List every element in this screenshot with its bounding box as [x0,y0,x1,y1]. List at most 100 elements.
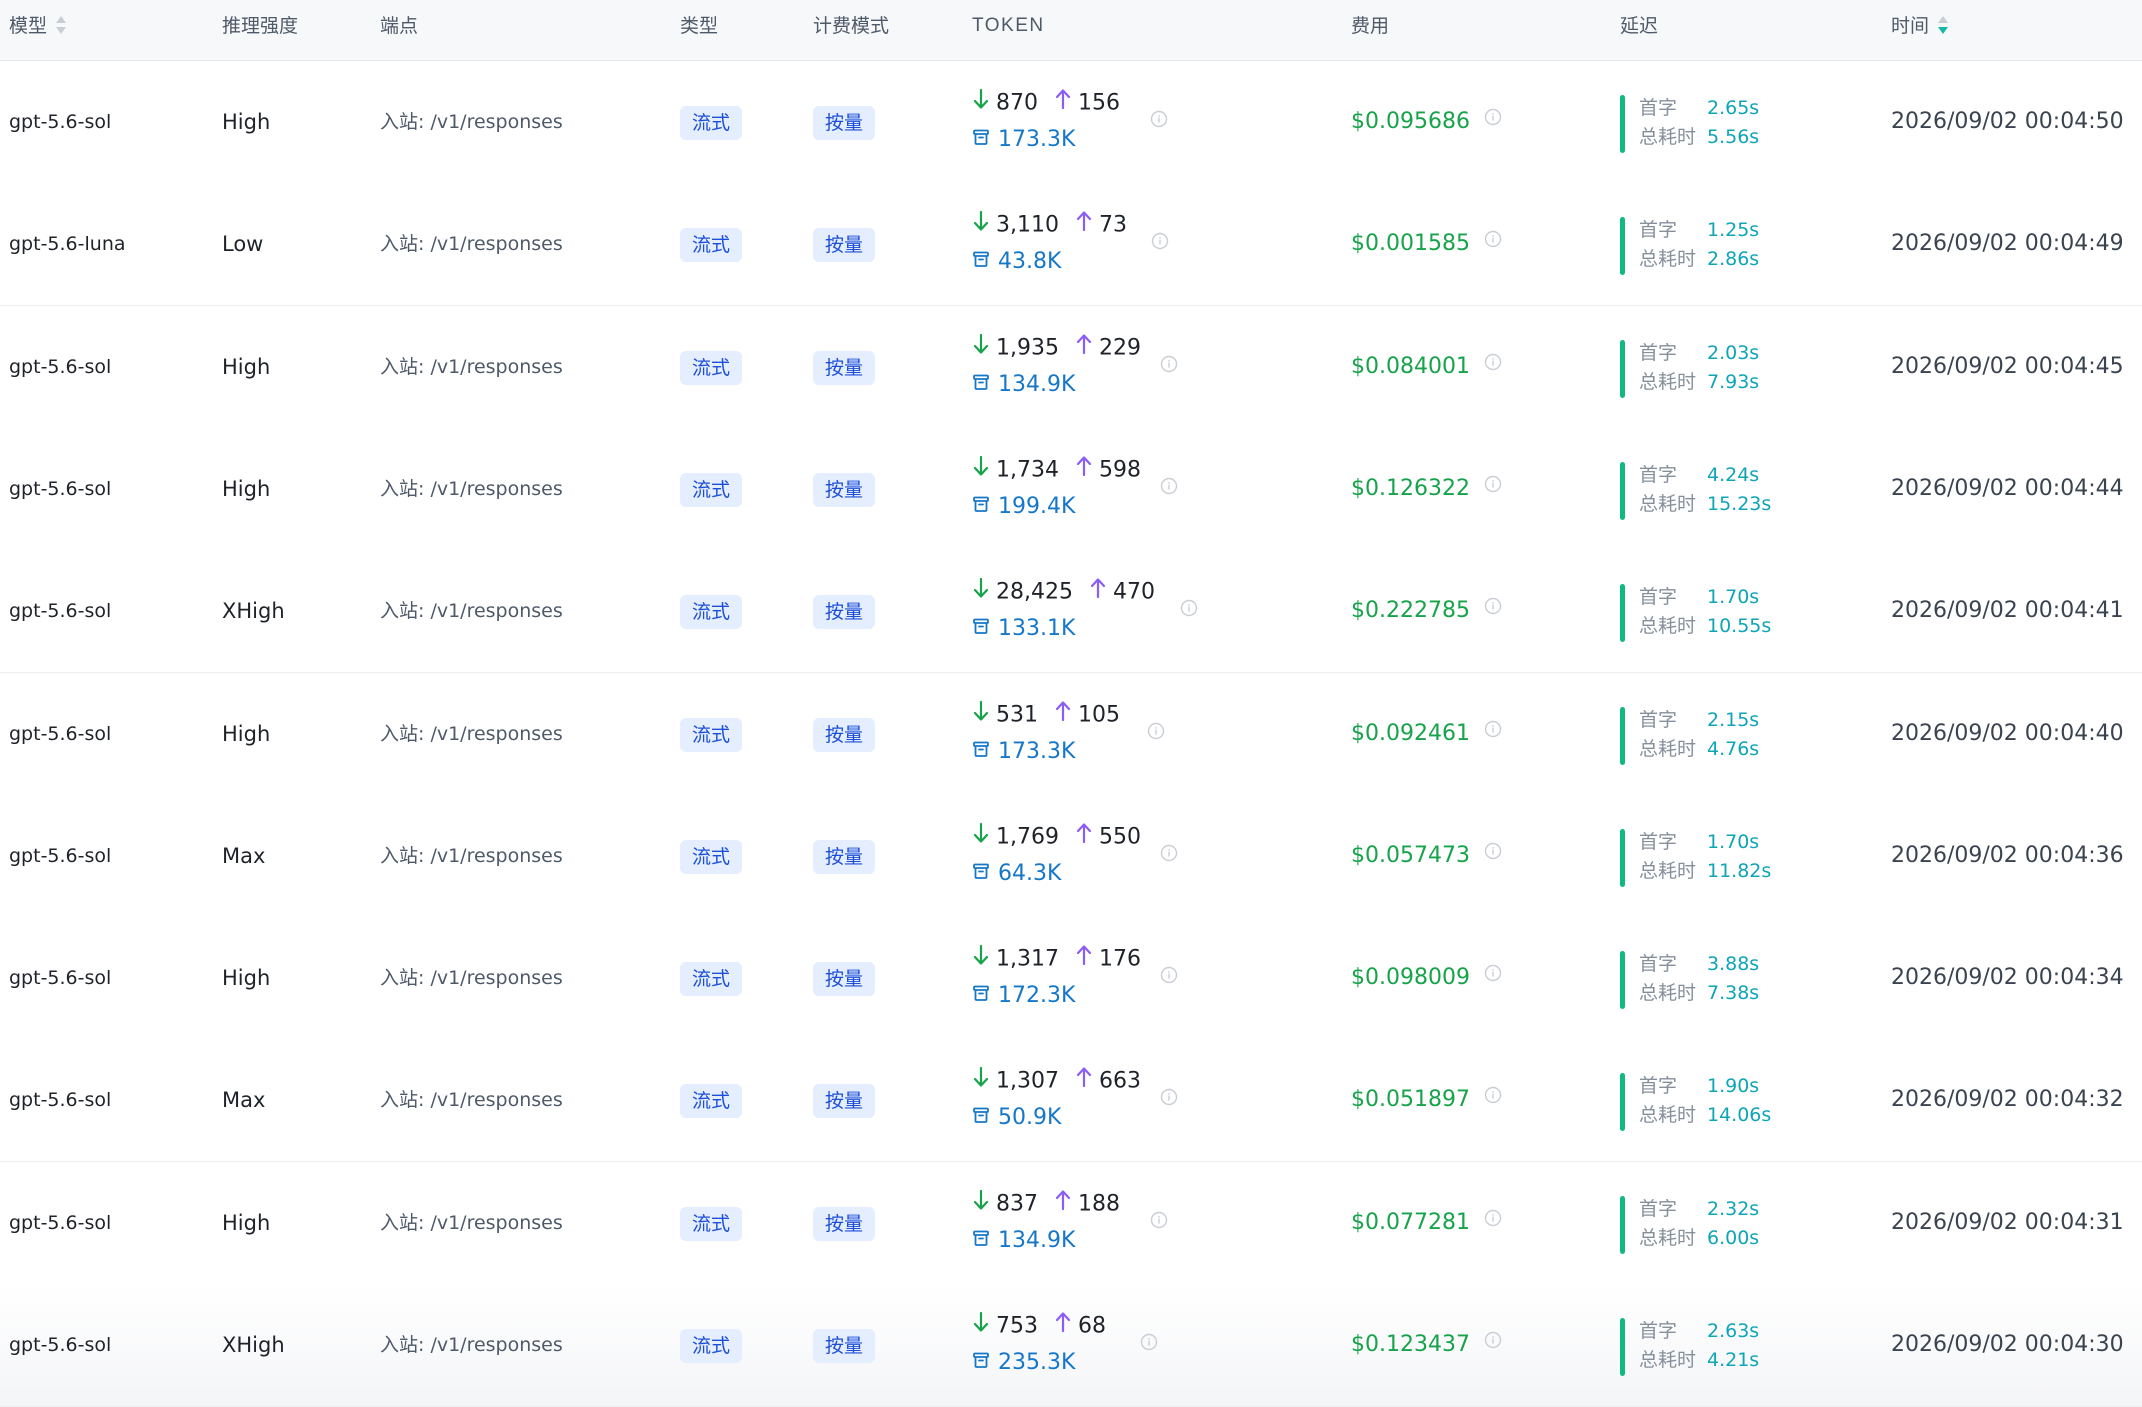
arrow-down-icon [972,943,990,976]
total-latency: 7.38s [1707,982,1760,1005]
type-badge: 流式 [680,962,743,997]
total-latency: 7.93s [1707,370,1760,393]
reasoning-effort: XHigh [222,1333,285,1357]
latency-cell: 首字 1.70s 总耗时 11.82s [1620,795,1820,917]
header-model[interactable]: 模型 [9,0,67,52]
latency-cell: 首字 2.32s 总耗时 6.00s [1620,1162,1820,1284]
input-tokens: 753 [996,1313,1038,1339]
table-row[interactable]: gpt-5.6-sol High 入站: /v1/responses 流式 按量 870 1… [0,61,2142,184]
info-circle-icon[interactable] [1484,915,1502,1037]
endpoint-path: 入站: /v1/responses [380,355,563,378]
billing-badge: 按量 [813,350,876,385]
info-circle-icon[interactable] [1140,1330,1158,1360]
cost-value: $0.126322 [1351,428,1502,550]
first-token-latency: 2.65s [1707,97,1760,119]
type-badge: 流式 [680,228,743,263]
cache-tokens: 199.4K [998,493,1076,519]
output-tokens: 663 [1098,1068,1141,1094]
latency-bar [1620,584,1625,643]
info-circle-icon[interactable] [1150,1208,1168,1238]
arrow-down-icon [972,209,990,242]
total-latency: 10.55s [1707,615,1772,638]
token-cell: 870 156 173.3K [972,61,1232,183]
info-circle-icon[interactable] [1484,671,1502,793]
table-row[interactable]: gpt-5.6-luna Low 入站: /v1/responses 流式 按量 3,11… [0,181,2142,307]
first-token-label: 首字 [1639,708,1678,731]
table-row[interactable]: gpt-5.6-sol XHigh 入站: /v1/responses 流式 按量 753… [0,1284,2142,1407]
latency-bar [1620,461,1625,520]
info-circle-icon[interactable] [1160,1085,1178,1115]
endpoint-path: 入站: /v1/responses [380,1211,563,1234]
latency-cell: 首字 1.70s 总耗时 10.55s [1620,550,1820,672]
info-circle-icon[interactable] [1180,596,1198,626]
info-circle-icon[interactable] [1160,963,1178,993]
billing-badge: 按量 [813,839,876,874]
billing-badge: 按量 [813,962,876,997]
table-row[interactable]: gpt-5.6-sol High 入站: /v1/responses 流式 按量 1,73… [0,427,2142,551]
first-token-label: 首字 [1639,830,1678,853]
input-tokens: 1,307 [996,1068,1059,1094]
model-name: gpt-5.6-sol [9,600,112,623]
table-row[interactable]: gpt-5.6-sol High 入站: /v1/responses 流式 按量 1,31… [0,915,2142,1041]
cache-box-icon [972,1226,990,1256]
first-token-label: 首字 [1639,463,1678,486]
header-cost: 费用 [1351,15,1390,37]
cost-value: $0.222785 [1351,550,1502,672]
info-circle-icon[interactable] [1147,719,1165,749]
info-circle-icon[interactable] [1151,229,1169,259]
input-tokens: 1,769 [996,824,1059,850]
header-effort: 推理强度 [222,15,299,37]
header-token: TOKEN [972,15,1045,36]
info-circle-icon[interactable] [1160,841,1178,871]
latency-cell: 首字 2.65s 总耗时 5.56s [1620,61,1820,183]
latency-bar [1620,828,1625,887]
first-token-label: 首字 [1639,586,1678,609]
total-latency: 5.56s [1707,126,1760,148]
latency-cell: 首字 4.24s 总耗时 15.23s [1620,428,1820,550]
sort-caret-icon[interactable] [55,13,67,37]
info-circle-icon[interactable] [1484,1282,1502,1404]
table-row[interactable]: gpt-5.6-sol XHigh 入站: /v1/responses 流式 按量 28,… [0,550,2142,674]
info-circle-icon[interactable] [1484,304,1502,426]
table-row[interactable]: gpt-5.6-sol Max 入站: /v1/responses 流式 按量 1,307… [0,1037,2142,1163]
reasoning-effort: High [222,1210,271,1235]
info-circle-icon[interactable] [1160,352,1178,382]
table-row[interactable]: gpt-5.6-sol High 入站: /v1/responses 流式 按量 837 1… [0,1160,2142,1285]
model-name: gpt-5.6-sol [9,355,112,378]
endpoint-path: 入站: /v1/responses [380,722,563,745]
table-header: 模型 推理强度 端点 类型 计费模式 TOKEN 费用 延迟 时间 [0,0,2142,61]
first-token-latency: 1.70s [1707,830,1760,853]
info-circle-icon[interactable] [1484,1160,1502,1282]
info-circle-icon[interactable] [1484,548,1502,670]
latency-bar [1620,217,1625,276]
table-row[interactable]: gpt-5.6-sol High 入站: /v1/responses 流式 按量 1,93… [0,304,2142,429]
header-time[interactable]: 时间 [1891,0,1949,52]
type-badge: 流式 [680,1084,743,1119]
total-time-label: 总耗时 [1639,615,1697,638]
total-time-label: 总耗时 [1639,982,1697,1005]
info-circle-icon[interactable] [1484,181,1502,303]
cache-tokens: 133.1K [998,616,1076,642]
info-circle-icon[interactable] [1484,793,1502,915]
info-circle-icon[interactable] [1150,107,1168,137]
header-endpoint: 端点 [380,15,419,37]
info-circle-icon[interactable] [1484,1037,1502,1159]
reasoning-effort: High [222,476,271,501]
output-tokens: 73 [1098,212,1127,238]
table-row[interactable]: gpt-5.6-sol High 入站: /v1/responses 流式 按量 531 1… [0,671,2142,796]
info-circle-icon[interactable] [1160,474,1178,504]
timestamp: 2026/09/02 00:04:49 [1891,231,2124,257]
endpoint-path: 入站: /v1/responses [380,477,563,500]
header-billing: 计费模式 [813,15,890,37]
timestamp: 2026/09/02 00:04:40 [1891,720,2124,746]
cost-value: $0.095686 [1351,61,1502,183]
table-row[interactable]: gpt-5.6-sol Max 入站: /v1/responses 流式 按量 1,769… [0,793,2142,918]
input-tokens: 1,935 [996,335,1059,361]
total-time-label: 总耗时 [1639,859,1697,882]
sort-caret-icon[interactable] [1937,13,1949,37]
input-tokens: 870 [996,90,1038,116]
info-circle-icon[interactable] [1484,426,1502,548]
output-tokens: 188 [1078,1191,1120,1217]
info-circle-icon[interactable] [1484,59,1502,181]
arrow-down-icon [972,1310,990,1343]
